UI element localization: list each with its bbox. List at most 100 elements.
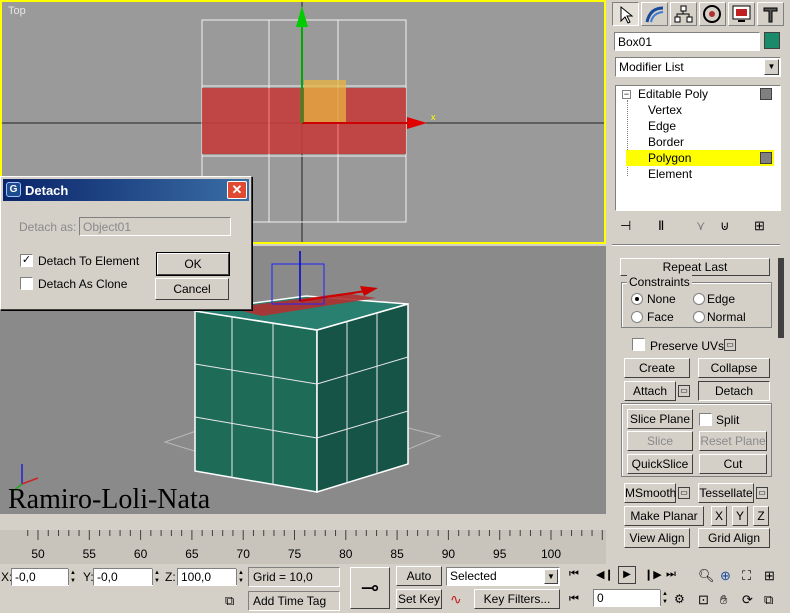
key-curve-icon[interactable]: ∿ bbox=[450, 591, 462, 608]
detach-to-element-checkbox[interactable]: ✓ bbox=[20, 254, 33, 267]
panel-scrollbar[interactable] bbox=[778, 258, 784, 338]
object-name-field[interactable] bbox=[614, 32, 760, 51]
close-icon[interactable]: ✕ bbox=[227, 181, 247, 199]
add-time-tag-label[interactable]: Add Time Tag bbox=[253, 594, 326, 608]
collapse-icon[interactable]: − bbox=[622, 90, 631, 99]
next-frame-icon[interactable]: ❙▶ bbox=[644, 568, 662, 581]
modify-tab[interactable] bbox=[641, 2, 668, 26]
configure-sets-icon[interactable]: ⊞ bbox=[754, 218, 765, 234]
collapse-button[interactable]: Collapse bbox=[698, 358, 770, 378]
cut-button[interactable]: Cut bbox=[699, 454, 767, 474]
dialog-title-bar[interactable]: G Detach ✕ bbox=[3, 179, 249, 201]
pin-stack-icon[interactable]: ⊣ bbox=[620, 218, 631, 234]
create-button[interactable]: Create bbox=[624, 358, 690, 378]
detach-as-clone-checkbox[interactable] bbox=[20, 277, 33, 290]
pan-icon[interactable]: ✋︎ bbox=[720, 592, 727, 608]
constraint-face-radio[interactable] bbox=[631, 311, 643, 323]
detach-as-clone-label[interactable]: Detach As Clone bbox=[38, 277, 127, 291]
stack-item-element[interactable]: Element bbox=[648, 167, 692, 181]
stack-item-vertex[interactable]: Vertex bbox=[648, 103, 682, 117]
view-align-button[interactable]: View Align bbox=[624, 528, 690, 548]
key-selection-dropdown[interactable]: Selected ▼ bbox=[446, 567, 560, 586]
zoom-icon[interactable]: 🔍︎ bbox=[698, 568, 715, 584]
cancel-button[interactable]: Cancel bbox=[155, 278, 229, 300]
stack-item-polygon[interactable]: Polygon bbox=[648, 151, 691, 165]
detach-to-element-label[interactable]: Detach To Element bbox=[38, 254, 139, 268]
key-mode-icon[interactable]: ⏮ bbox=[569, 593, 579, 606]
remove-modifier-icon[interactable]: ⊍ bbox=[720, 218, 730, 234]
stack-item-edge[interactable]: Edge bbox=[648, 119, 676, 133]
constraint-none-radio[interactable] bbox=[631, 293, 643, 305]
object-color-swatch[interactable] bbox=[764, 32, 780, 49]
go-to-start-icon[interactable]: ⏮ bbox=[569, 568, 579, 581]
detach-button[interactable]: Detach bbox=[698, 381, 770, 401]
display-tab[interactable] bbox=[728, 2, 755, 26]
orbit-icon[interactable]: ⟳ bbox=[742, 592, 753, 608]
grid-align-button[interactable]: Grid Align bbox=[698, 528, 770, 548]
y-spinner[interactable]: ▲ ▼ bbox=[152, 569, 161, 585]
field-of-view-icon[interactable]: ⊡ bbox=[698, 592, 709, 608]
hierarchy-tab[interactable] bbox=[670, 2, 697, 26]
planar-y-button[interactable]: Y bbox=[732, 506, 748, 526]
attach-button[interactable]: Attach bbox=[624, 381, 676, 401]
msmooth-settings-icon[interactable]: ▭ bbox=[678, 487, 690, 499]
preserve-uvs-checkbox[interactable] bbox=[632, 338, 645, 351]
key-filters-button[interactable]: Key Filters... bbox=[474, 589, 560, 609]
polygon-light-icon[interactable] bbox=[760, 152, 772, 164]
show-end-result-icon[interactable]: Ⅱ bbox=[658, 218, 664, 234]
current-frame-field[interactable] bbox=[593, 589, 661, 607]
constraint-edge-radio[interactable] bbox=[693, 293, 705, 305]
tessellate-button[interactable]: Tessellate bbox=[698, 483, 754, 503]
planar-z-button[interactable]: Z bbox=[753, 506, 769, 526]
preserve-uvs-settings-icon[interactable]: ▭ bbox=[724, 339, 736, 351]
motion-tab[interactable] bbox=[699, 2, 726, 26]
x-spinner[interactable]: ▲ ▼ bbox=[68, 569, 77, 585]
attach-list-icon[interactable]: ▭ bbox=[678, 385, 690, 397]
x-coord-field[interactable] bbox=[11, 568, 69, 586]
detach-as-field[interactable] bbox=[79, 217, 231, 236]
maximize-viewport-icon[interactable]: ⧉ bbox=[764, 592, 773, 608]
auto-key-button[interactable]: Auto Key bbox=[396, 566, 442, 601]
go-to-end-icon[interactable]: ⏭ bbox=[666, 568, 676, 581]
utilities-tab[interactable] bbox=[757, 2, 784, 26]
split-checkbox[interactable] bbox=[699, 413, 712, 426]
constraint-edge-label[interactable]: Edge bbox=[707, 292, 735, 306]
slice-plane-button[interactable]: Slice Plane bbox=[627, 409, 693, 429]
y-coord-field[interactable] bbox=[93, 568, 153, 586]
constraint-none-label[interactable]: None bbox=[647, 292, 676, 306]
planar-x-button[interactable]: X bbox=[711, 506, 727, 526]
chevron-down-icon[interactable]: ▼ bbox=[544, 569, 558, 584]
frame-spinner[interactable]: ▲ ▼ bbox=[660, 590, 669, 606]
make-unique-icon[interactable]: ⋎ bbox=[696, 218, 706, 234]
repeat-last-button[interactable]: Repeat Last bbox=[620, 258, 770, 276]
zoom-all-icon[interactable]: ⊕ bbox=[720, 568, 731, 584]
time-tag-icon[interactable]: ⧉ bbox=[225, 593, 234, 609]
z-spinner[interactable]: ▲ ▼ bbox=[236, 569, 245, 585]
tessellate-settings-icon[interactable]: ▭ bbox=[756, 487, 768, 499]
chevron-down-icon[interactable]: ▼ bbox=[764, 59, 779, 75]
constraint-face-label[interactable]: Face bbox=[647, 310, 674, 324]
ok-button[interactable]: OK bbox=[156, 252, 230, 276]
set-key-mode-button[interactable]: ⊸ bbox=[350, 567, 390, 609]
previous-frame-icon[interactable]: ◀❙ bbox=[596, 568, 614, 581]
modifier-list-dropdown[interactable]: Modifier List ▼ bbox=[615, 57, 781, 77]
reset-plane-button[interactable]: Reset Plane bbox=[699, 431, 767, 451]
set-key-button[interactable]: Set Key bbox=[396, 589, 442, 609]
z-coord-field[interactable] bbox=[177, 568, 237, 586]
preserve-uvs-label[interactable]: Preserve UVs bbox=[650, 339, 724, 353]
add-time-tag-box[interactable]: Add Time Tag bbox=[248, 591, 340, 611]
stack-root-editable-poly[interactable]: Editable Poly bbox=[638, 87, 708, 101]
create-tab[interactable] bbox=[612, 2, 639, 26]
constraint-normal-radio[interactable] bbox=[693, 311, 705, 323]
make-planar-button[interactable]: Make Planar bbox=[624, 506, 704, 526]
msmooth-button[interactable]: MSmooth bbox=[624, 483, 676, 503]
play-icon[interactable]: ▶ bbox=[618, 566, 636, 584]
slice-button[interactable]: Slice bbox=[627, 431, 693, 451]
zoom-extents-all-icon[interactable]: ⊞ bbox=[764, 568, 775, 584]
zoom-extents-icon[interactable]: ⛶ bbox=[742, 568, 751, 584]
stack-item-border[interactable]: Border bbox=[648, 135, 684, 149]
time-config-icon[interactable]: ⚙ bbox=[674, 592, 685, 606]
stack-root-light-icon[interactable] bbox=[760, 88, 772, 100]
split-label[interactable]: Split bbox=[716, 413, 739, 427]
stack-item-polygon-highlight[interactable]: Polygon bbox=[626, 150, 774, 166]
